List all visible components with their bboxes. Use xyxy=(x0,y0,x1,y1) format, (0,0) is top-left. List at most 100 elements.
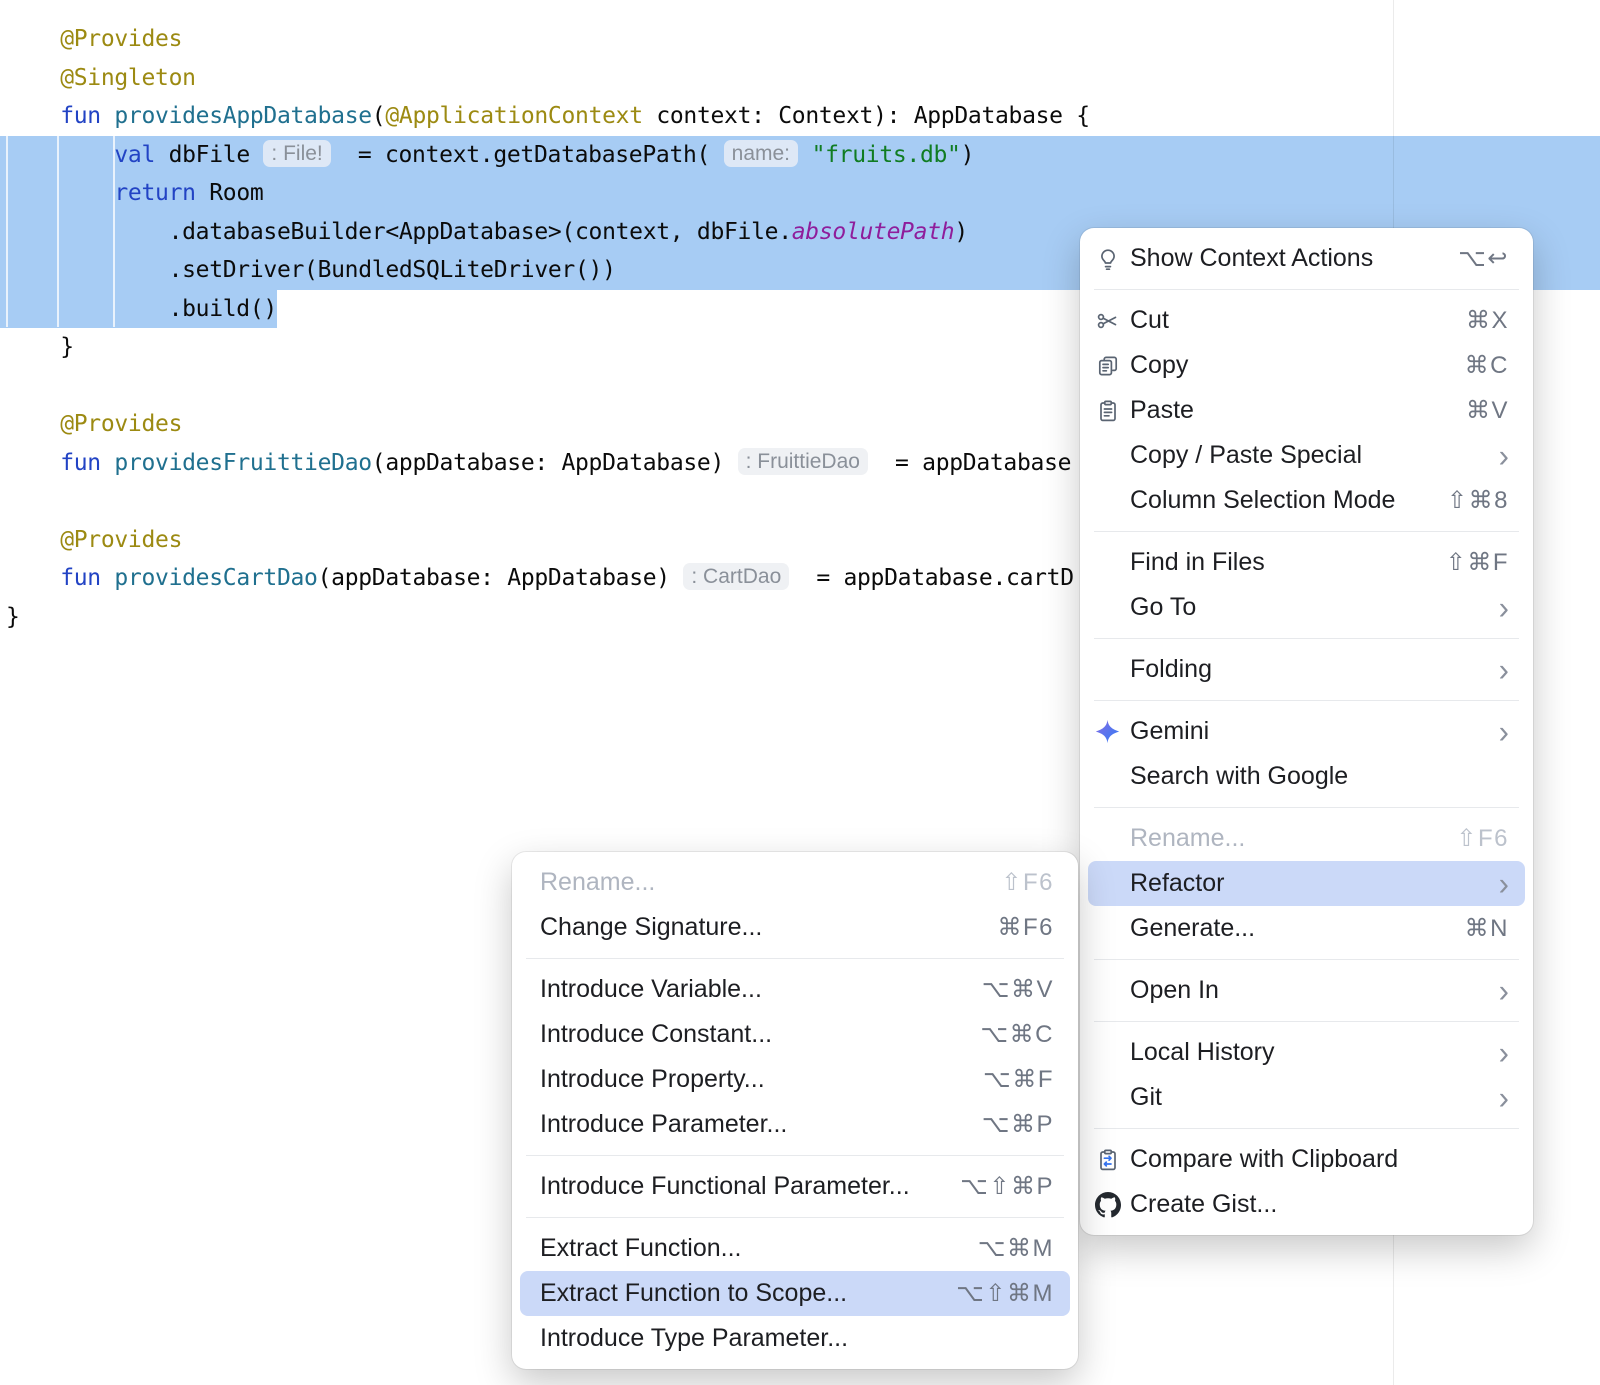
submenu-arrow-icon: › xyxy=(1499,653,1509,686)
menu-item-introduce-variable[interactable]: Introduce Variable... ⌥⌘V xyxy=(512,967,1078,1012)
menu-item-copy-paste-special[interactable]: Copy / Paste Special › xyxy=(1080,433,1533,478)
menu-item-git[interactable]: Git › xyxy=(1080,1075,1533,1120)
code-token: @Provides xyxy=(6,26,182,52)
shortcut-label: ⌥⇧⌘M xyxy=(956,1279,1054,1308)
menu-item-label: Find in Files xyxy=(1130,548,1265,577)
code-token: @Singleton xyxy=(6,65,196,91)
shortcut-label: ⌥⌘F xyxy=(983,1065,1054,1094)
blank-icon xyxy=(1094,763,1121,790)
code-line: val dbFile : File! = context.getDatabase… xyxy=(0,136,1600,175)
menu-item-extract-function-to-scope[interactable]: Extract Function to Scope...⌥⇧⌘M xyxy=(520,1271,1070,1316)
menu-item-column-selection-mode[interactable]: Column Selection Mode⇧⌘8 xyxy=(1080,478,1533,523)
inlay-hint: : File! xyxy=(263,140,330,167)
menu-item-cut[interactable]: Cut⌘X xyxy=(1080,298,1533,343)
menu-item-label: Local History xyxy=(1130,1038,1275,1067)
code-token: @ApplicationContext xyxy=(385,103,642,129)
menu-item-create-gist[interactable]: Create Gist... xyxy=(1080,1182,1533,1227)
code-token xyxy=(798,142,812,168)
shortcut-label: ⌘X xyxy=(1466,306,1509,335)
code-token: .build() xyxy=(6,296,277,322)
lightbulb-icon xyxy=(1094,245,1121,272)
menu-item-label: Introduce Constant... xyxy=(540,1020,772,1049)
shortcut-label: ⌥⌘V xyxy=(982,975,1054,1004)
menu-item-label: Folding xyxy=(1130,655,1212,684)
code-token: @Provides xyxy=(6,527,182,553)
code-line: return Room xyxy=(0,174,1600,213)
menu-item-label: Rename... xyxy=(1130,824,1245,853)
blank-icon xyxy=(1094,487,1121,514)
shortcut-label: ⌥⇧⌘P xyxy=(960,1172,1054,1201)
menu-item-paste[interactable]: Paste ⌘V xyxy=(1080,388,1533,433)
submenu-arrow-icon: › xyxy=(1499,439,1509,472)
menu-item-search-with-google[interactable]: Search with Google xyxy=(1080,754,1533,799)
menu-item-gemini[interactable]: Gemini› xyxy=(1080,709,1533,754)
menu-item-label: Refactor xyxy=(1130,869,1224,898)
code-token: return xyxy=(6,180,209,206)
menu-item-introduce-functional-parameter[interactable]: Introduce Functional Parameter... ⌥⇧⌘P xyxy=(512,1164,1078,1209)
code-token: ) xyxy=(961,142,975,168)
shortcut-label: ⌘C xyxy=(1465,351,1509,380)
menu-item-label: Introduce Parameter... xyxy=(540,1110,787,1139)
menu-item-copy[interactable]: Copy ⌘C xyxy=(1080,343,1533,388)
menu-item-open-in[interactable]: Open In› xyxy=(1080,968,1533,1013)
shortcut-label: ⇧F6 xyxy=(1001,868,1054,897)
submenu-arrow-icon: › xyxy=(1499,1081,1509,1114)
menu-item-go-to[interactable]: Go To› xyxy=(1080,585,1533,630)
code-token: @Provides xyxy=(6,411,182,437)
shortcut-label: ⌘V xyxy=(1466,396,1509,425)
menu-separator xyxy=(1094,1128,1519,1129)
menu-item-label: Copy xyxy=(1130,351,1188,380)
menu-item-show-context-actions[interactable]: Show Context Actions⌥↩ xyxy=(1080,236,1533,281)
menu-item-label: Generate... xyxy=(1130,914,1255,943)
code-token: (appDatabase: AppDatabase) xyxy=(318,565,684,591)
menu-item-label: Introduce Functional Parameter... xyxy=(540,1172,910,1201)
menu-item-generate[interactable]: Generate...⌘N xyxy=(1080,906,1533,951)
menu-item-compare-with-clipboard[interactable]: Compare with Clipboard xyxy=(1080,1137,1533,1182)
menu-item-introduce-parameter[interactable]: Introduce Parameter...⌥⌘P xyxy=(512,1102,1078,1147)
menu-item-introduce-property[interactable]: Introduce Property...⌥⌘F xyxy=(512,1057,1078,1102)
menu-item-label: Gemini xyxy=(1130,717,1209,746)
menu-separator xyxy=(526,958,1064,959)
menu-item-refactor[interactable]: Refactor› xyxy=(1088,861,1525,906)
code-token: absolutePath xyxy=(792,219,955,245)
menu-item-introduce-type-parameter[interactable]: Introduce Type Parameter... xyxy=(512,1316,1078,1361)
code-token: .setDriver(BundledSQLiteDriver()) xyxy=(6,257,616,283)
menu-item-label: Paste xyxy=(1130,396,1194,425)
menu-item-local-history[interactable]: Local History› xyxy=(1080,1030,1533,1075)
menu-item-label: Git xyxy=(1130,1083,1162,1112)
menu-item-rename[interactable]: Rename... ⇧F6 xyxy=(512,860,1078,905)
code-token: .databaseBuilder<AppDatabase>(context, d… xyxy=(6,219,792,245)
menu-item-label: Open In xyxy=(1130,976,1219,1005)
shortcut-label: ⇧⌘F xyxy=(1446,548,1509,577)
blank-icon xyxy=(1094,825,1121,852)
code-token: fun xyxy=(6,565,114,591)
compare-icon xyxy=(1094,1146,1121,1173)
blank-icon xyxy=(1094,594,1121,621)
blank-icon xyxy=(1094,1084,1121,1111)
menu-item-extract-function[interactable]: Extract Function...⌥⌘M xyxy=(512,1226,1078,1271)
menu-separator xyxy=(1094,807,1519,808)
inlay-hint: name: xyxy=(724,140,798,167)
menu-separator xyxy=(1094,638,1519,639)
menu-separator xyxy=(1094,1021,1519,1022)
indent-guide xyxy=(113,135,115,327)
menu-item-label: Introduce Variable... xyxy=(540,975,762,1004)
paste-icon xyxy=(1094,397,1121,424)
menu-separator xyxy=(526,1217,1064,1218)
menu-item-rename[interactable]: Rename...⇧F6 xyxy=(1080,816,1533,861)
menu-item-label: Rename... xyxy=(540,868,655,897)
menu-item-folding[interactable]: Folding › xyxy=(1080,647,1533,692)
shortcut-label: ⌥⌘M xyxy=(978,1234,1054,1263)
menu-item-find-in-files[interactable]: Find in Files ⇧⌘F xyxy=(1080,540,1533,585)
menu-item-change-signature[interactable]: Change Signature...⌘F6 xyxy=(512,905,1078,950)
scissors-icon xyxy=(1094,307,1121,334)
menu-item-label: Create Gist... xyxy=(1130,1190,1277,1219)
menu-item-introduce-constant[interactable]: Introduce Constant...⌥⌘C xyxy=(512,1012,1078,1057)
shortcut-label: ⌥↩ xyxy=(1458,244,1509,273)
menu-item-label: Copy / Paste Special xyxy=(1130,441,1362,470)
shortcut-label: ⇧⌘8 xyxy=(1447,486,1509,515)
code-token: } xyxy=(6,604,20,630)
blank-icon xyxy=(1094,442,1121,469)
code-token: "fruits.db" xyxy=(812,142,961,168)
code-token: dbFile xyxy=(169,142,264,168)
